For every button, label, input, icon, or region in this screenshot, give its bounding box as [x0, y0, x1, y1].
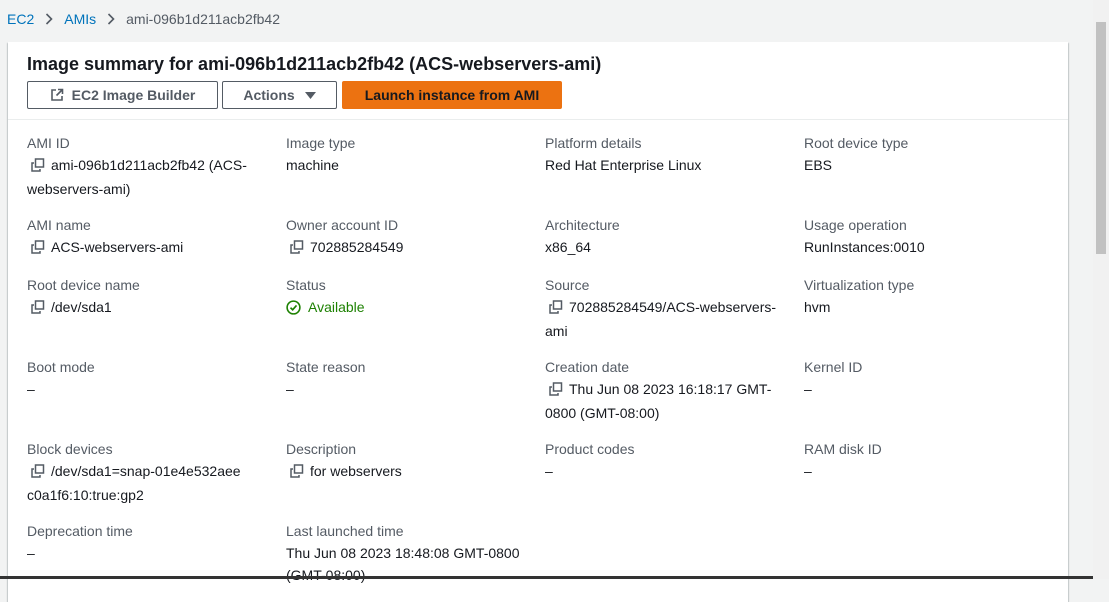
field-value: machine — [286, 157, 339, 173]
field-ram-disk-id: RAM disk ID – — [804, 438, 1054, 482]
field-value: for webservers — [310, 463, 402, 479]
field-usage-operation: Usage operation RunInstances:0010 — [804, 214, 1054, 258]
breadcrumb-current: ami-096b1d211acb2fb42 — [126, 11, 280, 27]
breadcrumb-ec2[interactable]: EC2 — [7, 11, 34, 27]
field-deprecation-time: Deprecation time – — [27, 520, 277, 564]
field-label: Platform details — [545, 135, 642, 151]
copy-icon[interactable] — [31, 156, 45, 178]
copy-icon[interactable] — [290, 462, 304, 484]
field-label: AMI ID — [27, 135, 70, 151]
field-label: Creation date — [545, 359, 630, 375]
field-owner-account-id: Owner account ID 702885284549 — [286, 214, 536, 260]
field-value: – — [27, 381, 35, 397]
launch-instance-button[interactable]: Launch instance from AMI — [342, 81, 562, 109]
field-source: Source 702885284549/ACS-webservers-ami — [545, 274, 795, 342]
actions-label: Actions — [243, 87, 295, 103]
field-value: hvm — [804, 299, 831, 315]
field-description: Description for webservers — [286, 438, 536, 484]
field-product-codes: Product codes – — [545, 438, 795, 482]
field-value: 702885284549/ACS-webservers-ami — [545, 299, 777, 339]
copy-icon[interactable] — [290, 238, 304, 260]
breadcrumb-amis[interactable]: AMIs — [64, 11, 96, 27]
scrollbar-thumb[interactable] — [1096, 22, 1106, 254]
page-title: Image summary for ami-096b1d211acb2fb42 … — [27, 54, 602, 74]
field-value: Thu Jun 08 2023 16:18:17 GMT-0800 (GMT-0… — [545, 381, 772, 421]
field-label: Usage operation — [804, 217, 907, 233]
field-value: /dev/sda1=snap-01e4e532aeec0a1f6:10:true… — [27, 463, 241, 503]
field-root-device-type: Root device type EBS — [804, 132, 1054, 176]
chevron-right-icon — [45, 13, 53, 25]
field-value: – — [286, 381, 294, 397]
field-value: 702885284549 — [310, 239, 404, 255]
field-creation-date: Creation date Thu Jun 08 2023 16:18:17 G… — [545, 356, 795, 424]
field-boot-mode: Boot mode – — [27, 356, 277, 400]
field-value: /dev/sda1 — [51, 299, 112, 315]
field-platform-details: Platform details Red Hat Enterprise Linu… — [545, 132, 795, 176]
field-architecture: Architecture x86_64 — [545, 214, 795, 258]
field-ami-name: AMI name ACS-webservers-ami — [27, 214, 277, 260]
panel-header: Image summary for ami-096b1d211acb2fb42 … — [8, 42, 1068, 120]
field-value: – — [804, 381, 812, 397]
field-status: Status Available — [286, 274, 536, 321]
launch-instance-label: Launch instance from AMI — [364, 87, 540, 103]
ec2-image-builder-button[interactable]: EC2 Image Builder — [27, 81, 218, 109]
field-label: Source — [545, 277, 590, 293]
field-label: Root device type — [804, 135, 909, 151]
field-label: Root device name — [27, 277, 140, 293]
field-label: State reason — [286, 359, 366, 375]
field-block-devices: Block devices /dev/sda1=snap-01e4e532aee… — [27, 438, 247, 506]
field-value: RunInstances:0010 — [804, 239, 925, 255]
field-label: Boot mode — [27, 359, 95, 375]
check-circle-icon — [286, 299, 301, 321]
copy-icon[interactable] — [31, 462, 45, 484]
field-label: Owner account ID — [286, 217, 399, 233]
field-value: Red Hat Enterprise Linux — [545, 157, 702, 173]
field-kernel-id: Kernel ID – — [804, 356, 1054, 400]
field-label: AMI name — [27, 217, 91, 233]
field-value: EBS — [804, 157, 833, 173]
field-value: Thu Jun 08 2023 18:48:08 GMT-0800 (GMT-0… — [286, 545, 520, 583]
field-value: x86_64 — [545, 239, 591, 255]
field-value: ACS-webservers-ami — [51, 239, 184, 255]
field-label: Last launched time — [286, 523, 404, 539]
field-virtualization-type: Virtualization type hvm — [804, 274, 1054, 318]
field-value: – — [545, 463, 553, 479]
field-root-device-name: Root device name /dev/sda1 — [27, 274, 277, 320]
field-image-type: Image type machine — [286, 132, 536, 176]
copy-icon[interactable] — [31, 298, 45, 320]
field-value: – — [804, 463, 812, 479]
field-label: RAM disk ID — [804, 441, 882, 457]
breadcrumb: EC2 AMIs ami-096b1d211acb2fb42 — [7, 9, 280, 29]
field-value: – — [27, 545, 35, 561]
field-label: Deprecation time — [27, 523, 133, 539]
field-value: ami-096b1d211acb2fb42 (ACS-webservers-am… — [27, 157, 247, 197]
caret-down-icon — [304, 91, 316, 99]
field-label: Status — [286, 277, 326, 293]
vertical-scrollbar[interactable] — [1093, 0, 1109, 579]
ec2-image-builder-label: EC2 Image Builder — [71, 87, 196, 103]
field-label: Description — [286, 441, 357, 457]
field-label: Block devices — [27, 441, 113, 457]
copy-icon[interactable] — [31, 238, 45, 260]
chevron-right-icon — [107, 13, 115, 25]
field-label: Architecture — [545, 217, 620, 233]
field-ami-id: AMI ID ami-096b1d211acb2fb42 (ACS-webser… — [27, 132, 277, 200]
field-label: Product codes — [545, 441, 635, 457]
copy-icon[interactable] — [549, 380, 563, 402]
field-state-reason: State reason – — [286, 356, 536, 400]
field-label: Kernel ID — [804, 359, 863, 375]
copy-icon[interactable] — [549, 298, 563, 320]
actions-dropdown-button[interactable]: Actions — [222, 81, 337, 109]
image-summary-panel: Image summary for ami-096b1d211acb2fb42 … — [8, 42, 1068, 602]
field-label: Image type — [286, 135, 356, 151]
external-link-icon — [50, 88, 64, 102]
status-badge: Available — [286, 296, 536, 321]
field-value: Available — [308, 299, 365, 315]
field-label: Virtualization type — [804, 277, 915, 293]
